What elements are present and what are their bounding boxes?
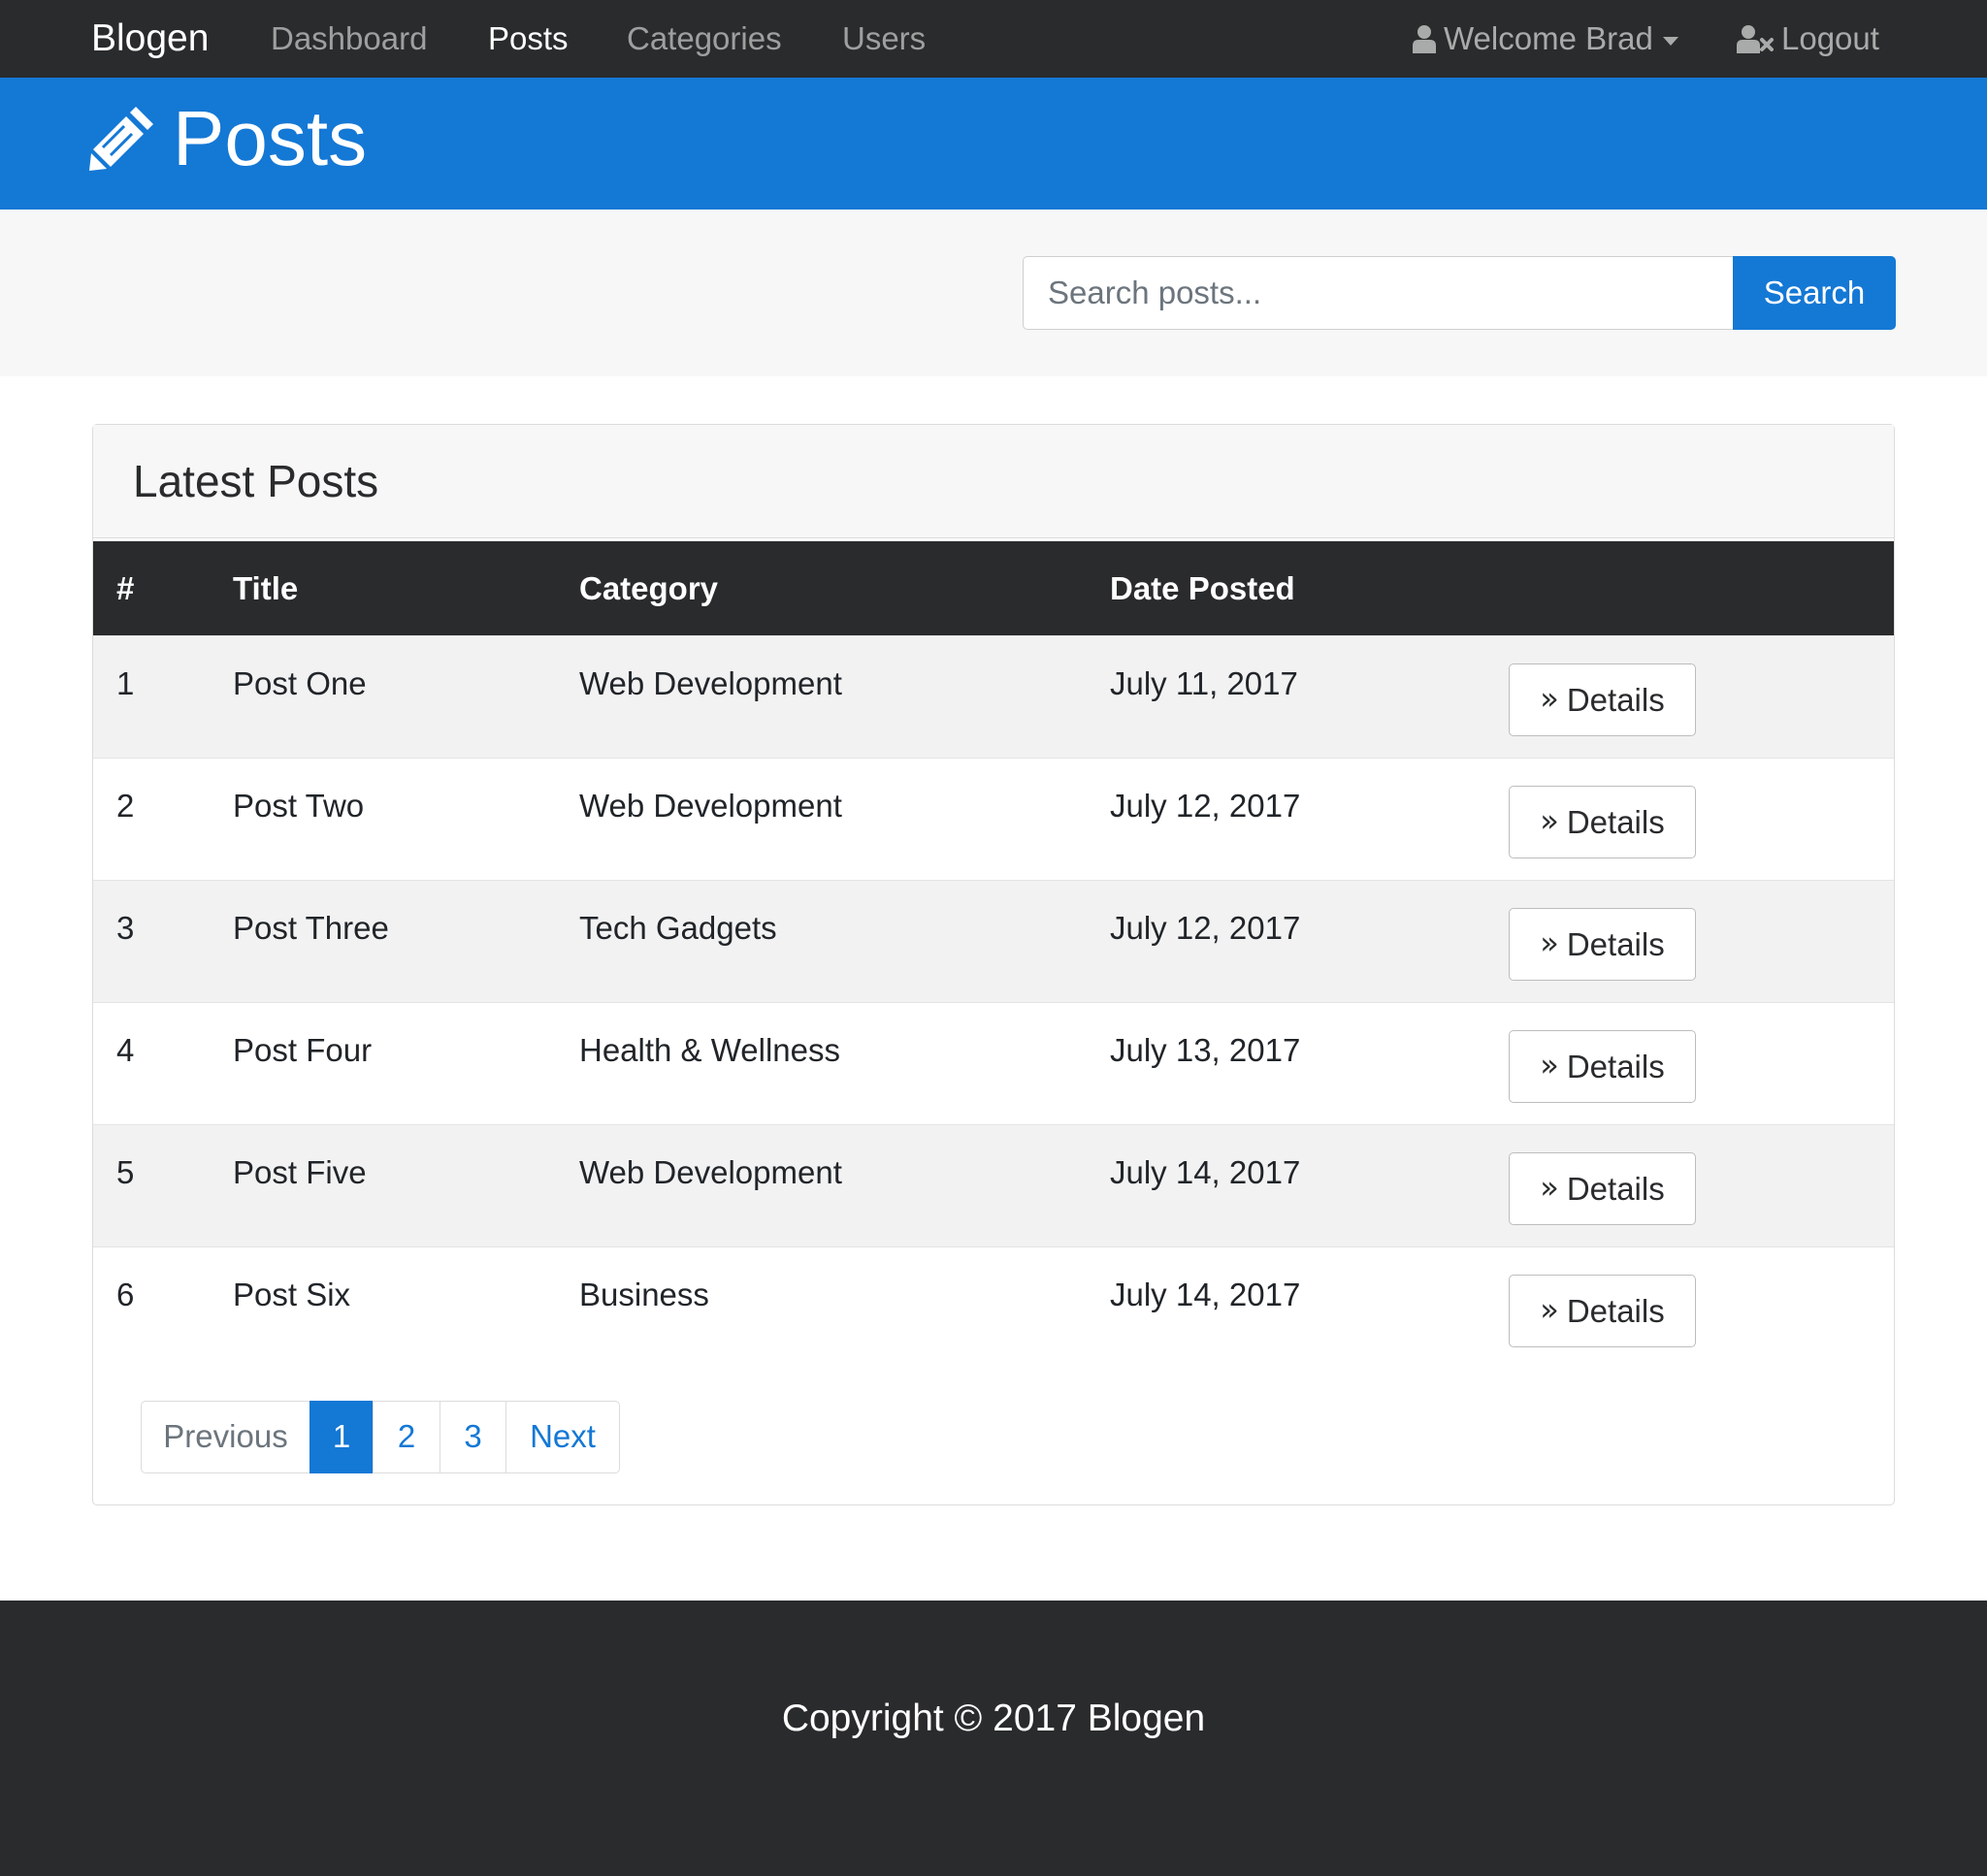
details-label: Details [1566,803,1665,840]
column-header-date-posted: Date Posted [1110,570,1295,606]
details-label: Details [1566,1048,1665,1084]
row-number: 2 [116,788,135,824]
nav-link-dashboard[interactable]: Dashboard [271,0,427,78]
column-header-category: Category [579,570,719,606]
post-title: Post Three [233,910,389,946]
details-button[interactable]: » Details [1509,786,1696,858]
post-category: Web Development [579,1154,842,1190]
pencil-icon [89,107,153,171]
pagination-page-2[interactable]: 2 [373,1401,440,1473]
pagination-previous[interactable]: Previous [141,1401,310,1473]
table-row: 3 Post Three Tech Gadgets July 12, 2017 … [93,880,1894,1002]
column-header-number: # [116,570,135,606]
post-date: July 14, 2017 [1110,1154,1301,1190]
table-row: 2 Post Two Web Development July 12, 2017… [93,758,1894,880]
post-date: July 12, 2017 [1110,910,1301,946]
column-header-title: Title [233,570,299,606]
card-title: Latest Posts [133,456,379,506]
post-category: Web Development [579,665,842,701]
user-menu-dropdown[interactable]: Welcome Brad [1413,0,1678,78]
details-label: Details [1566,925,1665,962]
pagination-next[interactable]: Next [505,1401,620,1473]
table-row: 6 Post Six Business July 14, 2017 » Deta… [93,1246,1894,1369]
details-label: Details [1566,1292,1665,1329]
logout-link[interactable]: Logout [1737,0,1879,78]
user-times-icon [1737,25,1774,53]
post-category: Web Development [579,788,842,824]
table-row: 4 Post Four Health & Wellness July 13, 2… [93,1002,1894,1124]
post-date: July 14, 2017 [1110,1277,1301,1312]
nav-link-categories[interactable]: Categories [627,0,782,78]
details-button[interactable]: » Details [1509,908,1696,981]
post-category: Tech Gadgets [579,910,777,946]
pagination: Previous 1 2 3 Next [141,1401,620,1473]
angle-double-right-icon: » [1540,801,1559,839]
user-icon [1413,25,1436,53]
post-title: Post Two [233,788,365,824]
post-date: July 13, 2017 [1110,1032,1301,1068]
post-title: Post One [233,665,367,701]
details-button[interactable]: » Details [1509,663,1696,736]
search-button[interactable]: Search [1733,256,1896,330]
caret-down-icon [1662,36,1678,46]
row-number: 5 [116,1154,135,1190]
nav-link-users[interactable]: Users [842,0,926,78]
table-row: 5 Post Five Web Development July 14, 201… [93,1124,1894,1246]
logout-label: Logout [1781,20,1879,56]
post-title: Post Five [233,1154,367,1190]
angle-double-right-icon: » [1540,1290,1559,1328]
details-label: Details [1566,681,1665,718]
row-number: 3 [116,910,135,946]
post-category: Health & Wellness [579,1032,841,1068]
row-number: 4 [116,1032,135,1068]
top-navbar: Blogen Dashboard Posts Categories Users … [0,0,1987,78]
post-category: Business [579,1277,709,1312]
card-header: Latest Posts [93,425,1894,538]
latest-posts-card: Latest Posts # Title Category Date Poste… [92,424,1895,1505]
post-title: Post Four [233,1032,373,1068]
nav-link-posts[interactable]: Posts [488,0,569,78]
angle-double-right-icon: » [1540,679,1559,717]
table-header: # Title Category Date Posted [93,541,1894,635]
details-button[interactable]: » Details [1509,1275,1696,1347]
pagination-page-1[interactable]: 1 [309,1401,375,1473]
details-button[interactable]: » Details [1509,1152,1696,1225]
user-menu-label: Welcome Brad [1444,20,1653,56]
post-date: July 11, 2017 [1110,665,1298,701]
details-label: Details [1566,1170,1665,1207]
row-number: 6 [116,1277,135,1312]
details-button[interactable]: » Details [1509,1030,1696,1103]
table-row: 1 Post One Web Development July 11, 2017… [93,635,1894,758]
angle-double-right-icon: » [1540,923,1559,961]
brand-logo[interactable]: Blogen [91,0,209,78]
page-title: Posts [173,95,368,181]
angle-double-right-icon: » [1540,1046,1559,1084]
post-date: July 12, 2017 [1110,788,1301,824]
pagination-page-3[interactable]: 3 [439,1401,507,1473]
row-number: 1 [116,665,135,701]
copyright-text: Copyright © 2017 Blogen [781,1698,1206,1739]
angle-double-right-icon: » [1540,1168,1559,1206]
post-title: Post Six [233,1277,351,1312]
search-input[interactable] [1023,256,1733,330]
